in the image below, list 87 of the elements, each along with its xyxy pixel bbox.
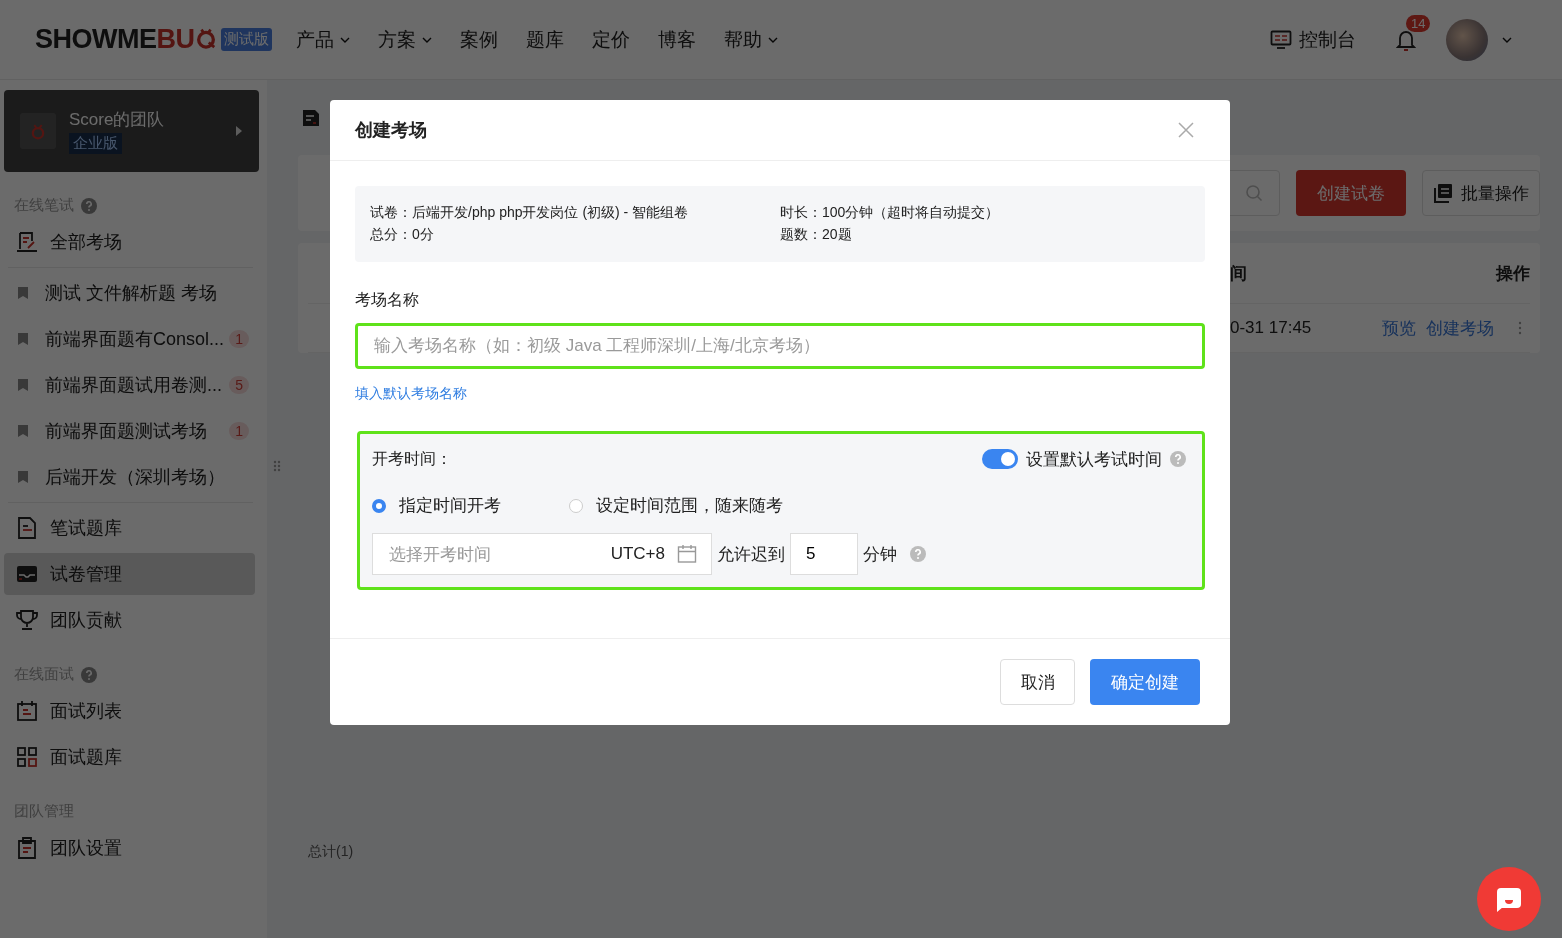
fill-default-link[interactable]: 填入默认考场名称 (355, 385, 1205, 403)
date-time-field[interactable]: 选择开考时间 UTC+8 (372, 533, 712, 575)
bookmark-icon (18, 379, 28, 391)
exam-room-item[interactable]: 前端界面题有Consol... 1 (4, 318, 255, 360)
nav-link[interactable]: 定价 (591, 26, 630, 53)
nav-link[interactable]: 产品 (295, 26, 350, 53)
nav-link[interactable]: 博客 (657, 26, 696, 53)
field-label: 考场名称 (355, 290, 420, 310)
late-label: 允许迟到 (717, 543, 785, 566)
unit-label: 分钟 (863, 543, 897, 566)
count-badge: 5 (229, 376, 249, 394)
console-link[interactable]: 控制台 (1299, 26, 1356, 53)
more-icon[interactable] (1518, 321, 1522, 335)
radio-option[interactable]: 指定时间开考 (372, 494, 501, 517)
search-icon (1245, 184, 1263, 202)
plan-badge: 企业版 (69, 133, 122, 154)
copy-icon (1433, 183, 1453, 203)
monitor-icon (1270, 29, 1292, 50)
team-name: Score的团队 (69, 109, 165, 131)
exam-room-item[interactable]: 前端界面题测试考场 1 (4, 410, 255, 452)
sidebar-item[interactable]: 团队贡献 (4, 599, 255, 641)
exam-paper-icon (16, 231, 38, 253)
caret-icon[interactable] (1502, 36, 1512, 43)
grid-icon (16, 746, 38, 768)
exam-room-item[interactable]: 前端界面题试用卷测... 5 (4, 364, 255, 406)
clipboard-icon (16, 837, 38, 859)
dialog-title: 创建考场 (355, 119, 427, 142)
logo[interactable]: SHOWMEBU (35, 24, 217, 55)
batch-button[interactable]: 批量操作 (1422, 170, 1540, 216)
nav-link[interactable]: 帮助 (723, 26, 778, 53)
confirm-button[interactable]: 确定创建 (1090, 659, 1200, 705)
avatar[interactable] (1446, 18, 1488, 61)
expand-icon (235, 125, 243, 137)
version-badge: 测试版 (220, 28, 272, 51)
action-link[interactable]: 创建考场 (1426, 316, 1494, 340)
bookmark-icon (18, 333, 28, 345)
nav-link[interactable]: 案例 (459, 26, 498, 53)
bookmark-icon (18, 425, 28, 437)
nav-link[interactable]: 题库 (525, 26, 564, 53)
calendar-icon (677, 544, 697, 564)
bookmark-icon (18, 471, 28, 483)
column-header: 间 (1230, 262, 1248, 285)
document-icon (16, 517, 38, 539)
radio-button[interactable] (372, 498, 386, 513)
sidebar-item[interactable]: 团队设置 (4, 827, 255, 869)
info-text: 总分：0分 (370, 226, 435, 244)
create-paper-button[interactable]: 创建试卷 (1296, 170, 1406, 216)
team-logo-icon (20, 113, 56, 149)
help-icon[interactable] (81, 666, 97, 683)
sidebar-item[interactable]: 全部考场 (4, 221, 255, 263)
sidebar-item[interactable]: 试卷管理 (4, 553, 255, 595)
exam-room-item[interactable]: 测试 文件解析题 考场 (4, 272, 255, 314)
bookmark-icon (18, 287, 28, 299)
radio-button[interactable] (569, 498, 583, 513)
exam-room-item[interactable]: 后端开发（深圳考场） (4, 456, 255, 498)
drag-handle-icon[interactable] (273, 460, 281, 472)
document-icon (302, 108, 320, 127)
sidebar-item[interactable]: 面试题库 (4, 736, 255, 778)
help-icon[interactable] (1170, 451, 1186, 467)
field-label: 开考时间： (372, 448, 452, 469)
sidebar-item[interactable]: 面试列表 (4, 690, 255, 732)
toggle-switch[interactable] (982, 449, 1018, 469)
info-text: 题数：20题 (780, 226, 853, 244)
notification-count: 14 (1406, 14, 1431, 32)
help-icon[interactable] (81, 197, 97, 214)
sidebar-item[interactable]: 笔试题库 (4, 507, 255, 549)
calendar-icon (16, 700, 38, 722)
bell-icon[interactable] (1396, 28, 1416, 51)
action-link[interactable]: 预览 (1382, 316, 1416, 340)
tray-icon (16, 563, 38, 585)
late-minutes-field[interactable]: 5 (790, 533, 858, 575)
radio-option[interactable]: 设定时间范围，随来随考 (569, 494, 783, 517)
total-count: 总计(1) (307, 843, 355, 861)
help-icon[interactable] (910, 546, 926, 562)
info-text: 试卷：后端开发/php php开发岗位 (初级) - 智能组卷 (370, 204, 690, 222)
trophy-icon (16, 609, 38, 631)
count-badge: 1 (229, 330, 249, 348)
toggle-label: 设置默认考试时间 (1026, 448, 1162, 471)
team-card[interactable]: Score的团队 企业版 (4, 90, 259, 172)
table-cell-text: 0-31 17:45 (1230, 318, 1313, 338)
close-icon[interactable] (1178, 122, 1194, 138)
nav-link[interactable]: 方案 (377, 26, 432, 53)
name-input-field[interactable]: 输入考场名称（如：初级 Java 工程师深圳/上海/北京考场） (355, 323, 1205, 369)
column-header: 操作 (1494, 262, 1530, 285)
count-badge: 1 (229, 422, 249, 440)
info-text: 时长：100分钟（超时将自动提交） (780, 204, 1001, 222)
cancel-button[interactable]: 取消 (1000, 659, 1075, 705)
